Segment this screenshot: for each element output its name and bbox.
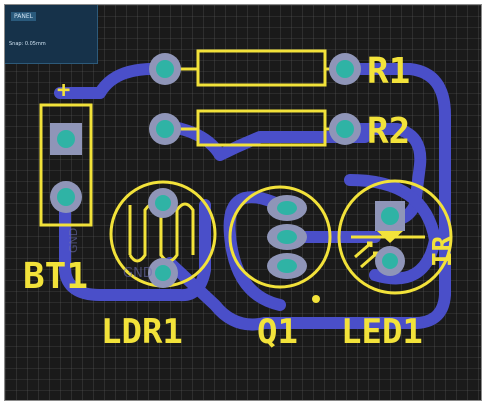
led1-ir-label: IR — [428, 235, 458, 267]
q1-designator: Q1 — [257, 312, 298, 352]
pcb-editor-window: + R1 R2 BT1 LDR1 Q1 LED1 IR GND GND PANE… — [4, 4, 482, 401]
q1-pad-2 — [267, 224, 307, 250]
bt1-plus-label: + — [57, 78, 70, 103]
ghost-gnd-label-vertical: GND — [67, 228, 80, 253]
r2-pad-left — [149, 113, 181, 145]
led1-pad-cathode — [375, 246, 405, 276]
r1-pad-left — [149, 53, 181, 85]
r2-pad-right — [329, 113, 361, 145]
led1-designator: LED1 — [341, 312, 423, 352]
bt1-designator: BT1 — [23, 256, 88, 297]
r1-pad-right — [329, 53, 361, 85]
info-panel-title: PANEL — [11, 12, 36, 21]
r2-designator: R2 — [367, 111, 410, 152]
info-panel-text: Snap: 0.05mm — [9, 41, 46, 47]
q1-pad-3 — [267, 253, 307, 279]
led1-pad-anode — [375, 201, 405, 231]
pcb-canvas[interactable]: + R1 R2 BT1 LDR1 Q1 LED1 IR GND GND — [5, 5, 482, 401]
info-panel[interactable]: PANEL Snap: 0.05mm — [5, 5, 98, 64]
q1-pin1-dot — [312, 295, 320, 303]
bt1-pad-2 — [50, 181, 82, 213]
bt1-pad-1 — [50, 123, 82, 155]
ldr1-pad-top — [148, 188, 178, 218]
ghost-gnd-label: GND — [123, 266, 153, 281]
r1-designator: R1 — [367, 51, 410, 92]
ldr1-designator: LDR1 — [101, 312, 183, 352]
q1-pad-1 — [267, 195, 307, 221]
